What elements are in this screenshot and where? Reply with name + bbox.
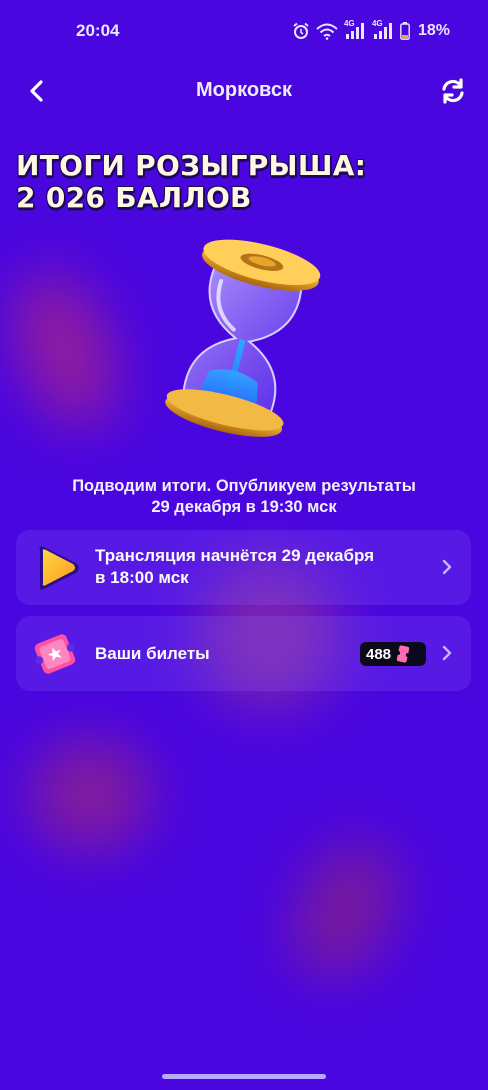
summary-line-1: Подводим итоги. Опубликуем результаты — [72, 477, 416, 495]
ticket-icon — [34, 634, 76, 674]
app-header: Морковск — [0, 62, 488, 120]
battery-icon — [400, 22, 410, 40]
signal-4g-icon: 4G — [344, 19, 366, 40]
summary-line-2: 29 декабря в 19:30 мск — [151, 498, 337, 516]
background-glow — [0, 259, 135, 441]
chevron-right-icon — [442, 559, 452, 575]
headline-line-2: 2 026 БАЛЛОВ — [16, 181, 252, 214]
headline-line-1: ИТОГИ РОЗЫГРЫША: — [16, 149, 367, 182]
stream-card[interactable]: Трансляция начнётся 29 декабря в 18:00 м… — [16, 530, 471, 605]
status-bar: 20:04 4G 4G 18% — [0, 0, 488, 62]
home-indicator[interactable] — [162, 1074, 326, 1079]
refresh-button[interactable] — [438, 76, 468, 106]
stream-card-line-1: Трансляция начнётся 29 декабря — [95, 546, 375, 565]
status-time: 20:04 — [76, 21, 120, 40]
background-glow — [274, 827, 416, 993]
play-icon — [39, 546, 79, 590]
tickets-card[interactable]: Ваши билеты 488 — [16, 616, 471, 691]
wifi-icon — [316, 23, 338, 40]
results-summary: Подводим итоги. Опубликуем результаты 29… — [20, 476, 468, 518]
background-glow — [30, 740, 150, 850]
page-title: Морковск — [196, 79, 292, 101]
tickets-label: Ваши билеты — [95, 644, 210, 663]
alarm-icon — [293, 22, 309, 39]
battery-percent: 18% — [417, 22, 450, 39]
ticket-count: 488 — [366, 645, 392, 663]
ticket-mini-icon — [396, 645, 410, 663]
status-icons: 4G 4G 18% — [292, 19, 450, 40]
hourglass-icon — [165, 239, 321, 437]
draw-results-headline: ИТОГИ РОЗЫГРЫША: 2 026 БАЛЛОВ — [16, 150, 476, 214]
chevron-right-icon — [442, 645, 452, 661]
stream-card-line-2: в 18:00 мск — [95, 568, 189, 587]
ticket-count-badge: 488 — [360, 642, 426, 666]
refresh-icon — [442, 78, 464, 104]
signal-4g-icon: 4G — [372, 19, 394, 40]
stream-card-text: Трансляция начнётся 29 декабря в 18:00 м… — [95, 545, 374, 589]
